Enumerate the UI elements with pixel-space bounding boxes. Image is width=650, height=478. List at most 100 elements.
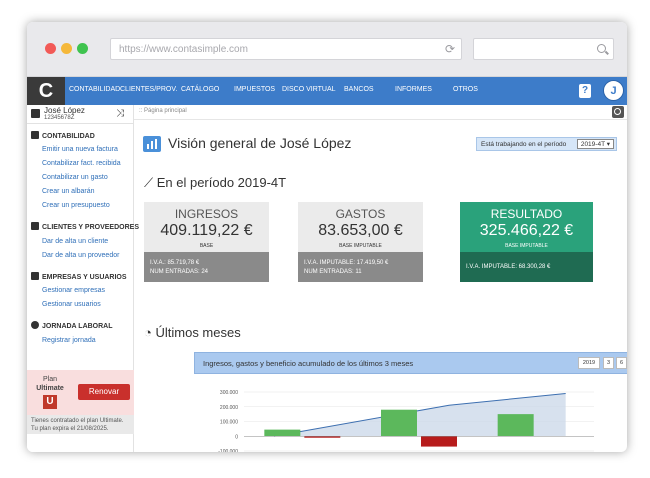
plan-badge: U — [43, 395, 57, 409]
nav-item-impuestos[interactable]: IMPUESTOS — [234, 86, 275, 93]
expenses-card[interactable]: GASTOS 83.653,00 € BASE IMPUTABLE I.V.A.… — [298, 202, 423, 282]
income-bar — [264, 429, 301, 437]
section-heading-period: ⟋ En el período 2019-4T — [144, 175, 286, 191]
section-title: CONTABILIDAD — [42, 133, 95, 140]
section-jornada: JORNADA LABORAL — [31, 321, 113, 330]
users-icon — [31, 272, 39, 280]
book-icon — [31, 131, 39, 139]
url-text: https://www.contasimple.com — [119, 44, 248, 55]
period-select[interactable]: 2019-4T ▾ — [576, 139, 614, 149]
chart-header: Ingresos, gastos y beneficio acumulado d… — [194, 352, 627, 374]
result-card[interactable]: RESULTADO 325.466,22 € BASE IMPUTABLE I.… — [460, 202, 593, 282]
card-line1: I.V.A. IMPUTABLE: 68.300,28 € — [466, 264, 551, 270]
avatar[interactable]: J — [603, 80, 624, 101]
plan-label-text: Plan — [42, 376, 57, 383]
link-registrar-jornada[interactable]: Registrar jornada — [42, 337, 96, 344]
breadcrumb-bar: :: Página principal — [134, 105, 627, 120]
card-top: GASTOS 83.653,00 € BASE IMPUTABLE — [298, 202, 423, 252]
link-emitir-factura[interactable]: Emitir una nueva factura — [42, 146, 118, 153]
section-period-text: En el período 2019-4T — [156, 175, 287, 190]
switch-user-icon[interactable]: ⤨ — [116, 108, 124, 119]
y-tick-label: -100.000 — [218, 449, 238, 452]
chart-header-text: Ingresos, gastos y beneficio acumulado d… — [203, 359, 414, 368]
main-content: Visión general de José López Está trabaj… — [134, 120, 627, 452]
link-contabilizar-factura[interactable]: Contabilizar fact. recibida — [42, 160, 121, 167]
link-contabilizar-gasto[interactable]: Contabilizar un gasto — [42, 174, 108, 181]
nav-item-informes[interactable]: INFORMES — [395, 86, 432, 93]
card-sub: BASE IMPUTABLE — [505, 243, 548, 249]
clock-icon — [31, 321, 39, 329]
income-bar — [381, 409, 417, 437]
section-contabilidad: CONTABILIDAD — [31, 131, 95, 140]
link-crear-presupuesto[interactable]: Crear un presupuesto — [42, 202, 110, 209]
card-value: 325.466,22 € — [479, 222, 574, 239]
section-title: CLIENTES Y PROVEEDORES — [42, 224, 139, 231]
nav-item-bancos[interactable]: BANCOS — [344, 86, 374, 93]
card-label: INGRESOS — [174, 207, 239, 221]
reload-icon[interactable]: ⟳ — [445, 42, 455, 56]
maximize-window-button[interactable] — [77, 43, 88, 54]
app-logo[interactable]: C — [27, 77, 65, 105]
card-line2: NUM ENTRADAS: 24 — [150, 269, 209, 275]
range-button-6[interactable]: 6 — [616, 357, 627, 369]
card-value: 409.119,22 € — [160, 222, 253, 239]
search-icon[interactable] — [612, 106, 624, 118]
help-icon[interactable]: ? — [579, 84, 591, 98]
section-clientes: CLIENTES Y PROVEEDORES — [31, 222, 139, 231]
plan-info: Tienes contratado el plan Ultimate. Tu pl… — [27, 415, 134, 434]
link-crear-albaran[interactable]: Crear un albarán — [42, 188, 95, 195]
period-value: 2019-4T — [580, 141, 605, 148]
nav-item-catalogo[interactable]: CATÁLOGO — [181, 86, 219, 93]
section-title: EMPRESAS Y USUARIOS — [42, 274, 127, 281]
speedometer-icon: ◔ — [144, 325, 152, 340]
plan-expiry-line: Tu plan expira el 21/08/2025. — [31, 426, 109, 432]
user-id: 12345678Z — [44, 115, 75, 121]
range-button-3[interactable]: 3 — [603, 357, 614, 369]
link-alta-proveedor[interactable]: Dar de alta un proveedor — [42, 252, 119, 259]
expense-bar — [421, 436, 457, 447]
y-tick-label: 200.000 — [220, 405, 238, 411]
address-bar[interactable]: https://www.contasimple.com ⟳ — [110, 38, 462, 60]
minimize-window-button[interactable] — [61, 43, 72, 54]
section-empresas: EMPRESAS Y USUARIOS — [31, 272, 127, 281]
top-nav: C CONTABILIDAD CLIENTES/PROV. CATÁLOGO I… — [27, 77, 627, 105]
plan-label: Plan Ultimate — [35, 375, 65, 393]
link-gestionar-empresas[interactable]: Gestionar empresas — [42, 287, 105, 294]
page-title: Visión general de José López — [168, 135, 352, 151]
plan-info-line: Tienes contratado el plan Ultimate. — [31, 418, 124, 424]
renew-button[interactable]: Renovar — [78, 384, 130, 400]
browser-chrome: https://www.contasimple.com ⟳ — [27, 22, 627, 77]
y-tick-label: 300.000 — [220, 390, 238, 396]
link-alta-cliente[interactable]: Dar de alta un cliente — [42, 238, 108, 245]
card-label: GASTOS — [335, 207, 386, 221]
card-bottom: I.V.A. IMPUTABLE: 68.300,28 € — [460, 252, 593, 282]
nav-item-contabilidad[interactable]: CONTABILIDAD — [69, 86, 120, 93]
y-tick-label: 0 — [235, 434, 238, 440]
nav-item-clientes[interactable]: CLIENTES/PROV. — [120, 86, 177, 93]
user-icon — [31, 109, 40, 118]
breadcrumb[interactable]: :: Página principal — [139, 108, 187, 114]
contacts-icon — [31, 222, 39, 230]
browser-search-input[interactable] — [473, 38, 614, 60]
card-line2: NUM ENTRADAS: 11 — [304, 269, 362, 275]
card-line1: I.V.A. IMPUTABLE: 17.419,50 € — [304, 260, 389, 266]
browser-window: https://www.contasimple.com ⟳ C CONTABIL… — [27, 22, 627, 452]
period-label: Está trabajando en el período — [481, 141, 567, 148]
nav-item-otros[interactable]: OTROS — [453, 86, 478, 93]
chart-panel: Ingresos, gastos y beneficio acumulado d… — [194, 352, 627, 452]
card-line1: I.V.A.: 85.719,78 € — [150, 260, 200, 266]
link-gestionar-usuarios[interactable]: Gestionar usuarios — [42, 301, 101, 308]
section-months-text: Últimos meses — [155, 325, 241, 340]
range-button-2019[interactable]: 2019 — [578, 357, 600, 369]
y-tick-label: 100.000 — [220, 420, 238, 426]
user-name: José López — [44, 106, 85, 115]
nav-item-disco-virtual[interactable]: DISCO VIRTUAL — [282, 86, 336, 93]
user-panel: José López 12345678Z ⤨ — [27, 105, 134, 124]
card-top: INGRESOS 409.119,22 € BASE — [144, 202, 269, 252]
plan-name: Ultimate — [36, 385, 64, 392]
income-card[interactable]: INGRESOS 409.119,22 € BASE I.V.A.: 85.71… — [144, 202, 269, 282]
trend-icon: ⟋ — [144, 175, 154, 190]
dashboard-icon — [143, 136, 161, 152]
close-window-button[interactable] — [45, 43, 56, 54]
income-bar — [497, 414, 534, 437]
